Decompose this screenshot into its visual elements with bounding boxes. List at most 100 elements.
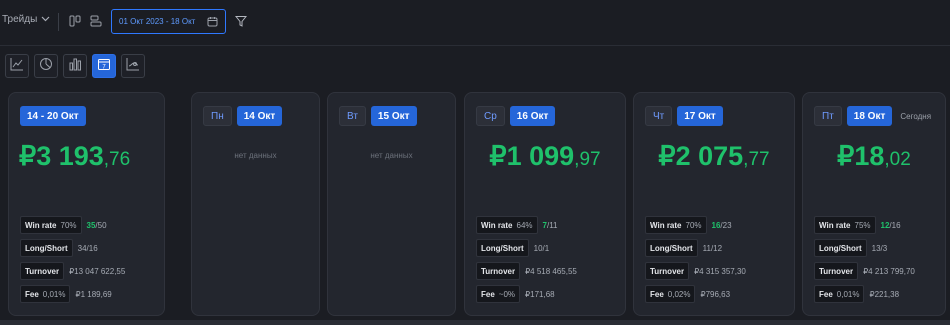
fee-label: Fee: [650, 289, 664, 299]
view-switcher: 7: [5, 54, 145, 78]
week-header: 14 - 20 Окт: [20, 106, 86, 126]
stat-label: Win rate 70%: [645, 216, 707, 234]
date-tag: 18 Окт: [846, 106, 893, 126]
trend-chart-icon: [126, 57, 140, 76]
winrate-percent: 70%: [60, 220, 77, 230]
stat-turnover: Turnover ₽4 315 357,30: [645, 262, 746, 280]
stat-turnover: Turnover ₽13 047 622,55: [20, 262, 125, 280]
fee-label: Fee: [25, 289, 39, 299]
pnl-integer: 18: [854, 141, 885, 171]
date-range-picker[interactable]: 01 Окт 2023 - 18 Окт: [111, 9, 226, 34]
fee-percent: 0,02%: [667, 289, 691, 299]
trades-dropdown[interactable]: Трейды: [2, 14, 50, 25]
toolbar-divider: [58, 13, 59, 31]
stat-winrate: Win rate 70% 16/23: [645, 216, 746, 234]
trend-chart-view-button[interactable]: [121, 54, 145, 78]
chevron-down-icon: [41, 14, 50, 25]
stat-label: Fee 0,02%: [645, 285, 696, 303]
calendar-view-button[interactable]: 7: [92, 54, 116, 78]
week-stats: Win rate 70% 35/50 Long/Short 34/16 Turno…: [20, 216, 125, 303]
fee-percent: 0,01%: [836, 289, 860, 299]
stat-longshort: Long/Short 34/16: [20, 239, 125, 257]
day-card-thu[interactable]: Чт 17 Окт ₽2 075,77 Win rate 70% 16/23 Lo…: [633, 92, 795, 316]
columns-icon[interactable]: [66, 12, 84, 30]
pnl-decimal: ,76: [103, 149, 131, 170]
date-tag: 16 Окт: [509, 106, 556, 126]
fee-label: Fee: [481, 289, 495, 299]
weekday-tag: Чт: [645, 106, 673, 126]
day-card-tue[interactable]: Вт 15 Окт нет данных: [327, 92, 456, 316]
stat-fee: Fee ~0% ₽171,68: [476, 285, 577, 303]
total-count: /16: [889, 220, 901, 230]
no-data-text: нет данных: [234, 151, 277, 160]
date-tag: 17 Окт: [677, 106, 723, 126]
longshort-value: 34/16: [77, 243, 98, 253]
fee-label: Fee: [819, 289, 833, 299]
turnover-value: ₽4 315 357,30: [694, 266, 746, 276]
stat-label: Win rate 64%: [476, 216, 538, 234]
line-chart-icon: [10, 57, 24, 76]
winrate-label: Win rate: [481, 220, 513, 230]
line-chart-view-button[interactable]: [5, 54, 29, 78]
date-tag: 15 Окт: [370, 106, 417, 126]
stat-label: Fee 0,01%: [814, 285, 865, 303]
week-range-tag: 14 - 20 Окт: [20, 106, 86, 126]
day-pnl: ₽2 075,77: [634, 141, 794, 172]
pnl-integer: 3 193: [36, 141, 104, 171]
no-data-text: нет данных: [370, 151, 413, 160]
currency-sign: ₽: [19, 141, 37, 171]
turnover-value: ₽13 047 622,55: [69, 266, 126, 276]
day-pnl: ₽1 099,97: [465, 141, 625, 172]
longshort-value: 11/12: [702, 243, 723, 253]
turnover-value: ₽4 518 465,55: [525, 266, 577, 276]
pnl-integer: 1 099: [506, 141, 575, 171]
weekday-tag: Вт: [339, 106, 366, 126]
turnover-label: Turnover: [814, 262, 859, 280]
fee-percent: 0,01%: [42, 289, 66, 299]
currency-sign: ₽: [489, 141, 507, 171]
fee-percent: ~0%: [498, 289, 516, 299]
pie-chart-view-button[interactable]: [34, 54, 58, 78]
longshort-label: Long/Short: [645, 239, 698, 257]
day-stats: Win rate 70% 16/23 Long/Short 11/12 Turno…: [645, 216, 746, 303]
stat-longshort: Long/Short 13/3: [814, 239, 915, 257]
stat-fee: Fee 0,02% ₽796,63: [645, 285, 746, 303]
day-card-wed[interactable]: Ср 16 Окт ₽1 099,97 Win rate 64% 7/11 Lon…: [464, 92, 626, 316]
horizontal-scrollbar[interactable]: [0, 320, 950, 325]
day-card-mon[interactable]: Пн 14 Окт нет данных: [191, 92, 320, 316]
day-header: Чт 17 Окт: [645, 106, 723, 126]
day-header: Пт 18 Окт Сегодня: [814, 106, 931, 126]
day-card-fri[interactable]: Пт 18 Окт Сегодня ₽18,02 Win rate 75% 12/…: [802, 92, 946, 316]
stat-longshort: Long/Short 10/1: [476, 239, 577, 257]
total-count: /23: [720, 220, 732, 230]
stat-winrate: Win rate 70% 35/50: [20, 216, 125, 234]
weekday-tag: Ср: [476, 106, 505, 126]
pnl-decimal: ,97: [574, 149, 601, 170]
calendar-icon: [207, 16, 218, 29]
filter-icon[interactable]: [232, 12, 250, 30]
stat-fee: Fee 0,01% ₽1 189,69: [20, 285, 125, 303]
fee-value: ₽796,63: [700, 289, 731, 299]
pnl-decimal: ,77: [743, 149, 770, 170]
stat-turnover: Turnover ₽4 518 465,55: [476, 262, 577, 280]
winrate-count: 16/23: [712, 221, 732, 230]
winrate-count: 35/50: [87, 221, 107, 230]
stat-winrate: Win rate 64% 7/11: [476, 216, 577, 234]
day-stats: Win rate 64% 7/11 Long/Short 10/1 Turnove…: [476, 216, 577, 303]
longshort-value: 10/1: [533, 243, 550, 253]
day-header: Ср 16 Окт: [476, 106, 556, 126]
day-header: Вт 15 Окт: [339, 106, 417, 126]
rows-icon[interactable]: [87, 12, 105, 30]
week-pnl: ₽3 193,76: [19, 141, 174, 172]
longshort-label: Long/Short: [814, 239, 867, 257]
winrate-count: 12/16: [881, 221, 901, 230]
toolbar: Трейды 01 Окт 2023 - 18 Окт: [0, 0, 950, 46]
day-header: Пн 14 Окт: [203, 106, 283, 126]
fee-value: ₽171,68: [525, 289, 555, 299]
bar-chart-view-button[interactable]: [63, 54, 87, 78]
today-label: Сегодня: [900, 111, 932, 121]
total-count: /11: [546, 220, 558, 230]
winrate-label: Win rate: [650, 220, 682, 230]
turnover-value: ₽4 213 799,70: [863, 266, 915, 276]
pie-chart-icon: [39, 57, 53, 76]
